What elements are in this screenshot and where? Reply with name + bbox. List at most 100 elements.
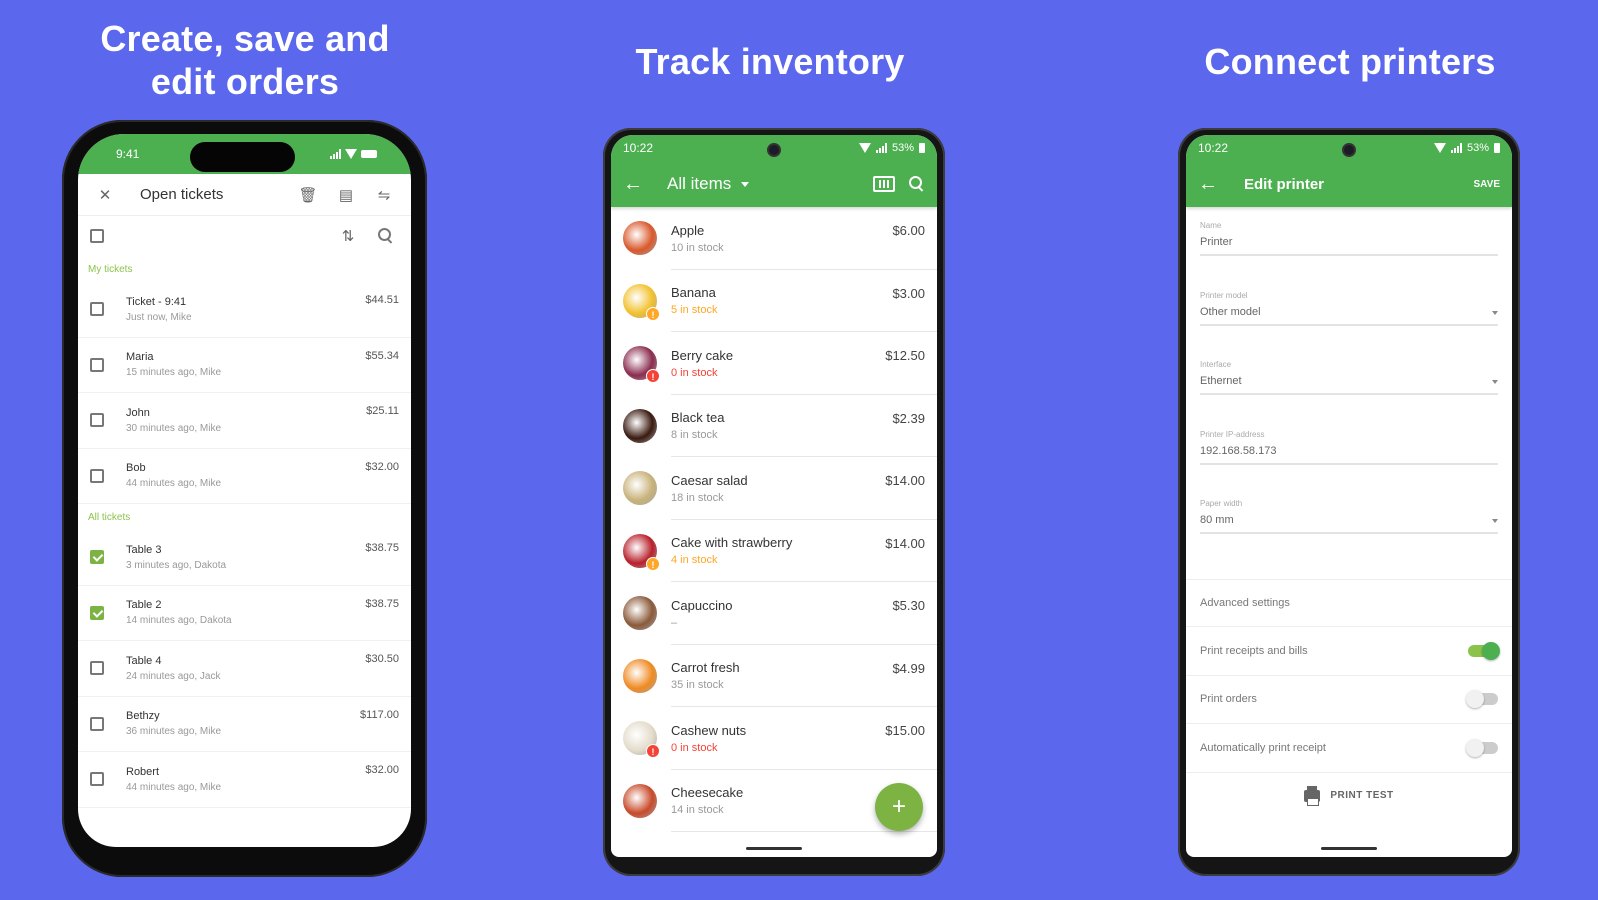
item-text: Banana 5 in stock: [671, 285, 892, 316]
toggle-switch[interactable]: [1466, 690, 1498, 709]
printer-icon: [1304, 785, 1321, 806]
ticket-row[interactable]: Robert 44 minutes ago, Mike $32.00: [78, 752, 411, 808]
form-field[interactable]: Interface Ethernet: [1186, 346, 1512, 416]
ticket-text: John 30 minutes ago, Mike: [126, 407, 366, 434]
field-input[interactable]: 192.168.58.173: [1200, 445, 1498, 465]
page-title: Edit printer: [1244, 175, 1325, 193]
camera-cutout: [1342, 143, 1356, 157]
ticket-row[interactable]: Table 3 3 minutes ago, Dakota $38.75: [78, 530, 411, 586]
search-icon[interactable]: [373, 223, 399, 249]
status-bar: 10:22 53%: [1186, 135, 1512, 161]
ticket-text: Robert 44 minutes ago, Mike: [126, 766, 365, 793]
form-field[interactable]: Paper width 80 mm: [1186, 485, 1512, 555]
status-time: 9:41: [116, 147, 140, 161]
form-field[interactable]: Printer IP-address 192.168.58.173: [1186, 416, 1512, 486]
ticket-checkbox[interactable]: [90, 413, 104, 428]
item-stock: 0 in stock: [671, 366, 718, 379]
form-field[interactable]: Name Printer: [1186, 207, 1512, 277]
ticket-checkbox[interactable]: [90, 302, 104, 317]
item-row[interactable]: Capuccino – $5.30: [611, 582, 937, 645]
select-all-checkbox[interactable]: [90, 229, 104, 243]
toggle-list: Print receipts and bills Print orders Auto…: [1186, 627, 1512, 773]
ticket-row[interactable]: Table 2 14 minutes ago, Dakota $38.75: [78, 586, 411, 641]
item-list: Apple 10 in stock $6.00! Banana 5 in stock $3…: [611, 207, 937, 832]
item-row[interactable]: ! Berry cake 0 in stock $12.50: [611, 332, 937, 395]
field-select[interactable]: Other model: [1200, 306, 1498, 326]
item-row[interactable]: Black tea 8 in stock $2.39: [611, 395, 937, 458]
dropdown-arrow-icon[interactable]: [1492, 310, 1498, 315]
ticket-row[interactable]: Bethzy 36 minutes ago, Mike $117.00: [78, 697, 411, 752]
toggle-row[interactable]: Automatically print receipt: [1186, 724, 1512, 773]
print-test-button[interactable]: PRINT TEST: [1186, 773, 1512, 819]
ticket-checkbox[interactable]: [90, 357, 104, 372]
item-name: Capuccino: [671, 597, 733, 613]
toggle-switch[interactable]: [1466, 738, 1498, 757]
item-row[interactable]: Caesar salad 18 in stock $14.00: [611, 457, 937, 520]
save-icon[interactable]: ▤: [333, 182, 359, 208]
item-stock: 18 in stock: [671, 491, 724, 504]
add-item-button[interactable]: +: [875, 783, 923, 831]
ticket-meta: 14 minutes ago, Dakota: [126, 615, 232, 627]
toggle-switch[interactable]: [1468, 641, 1500, 660]
battery-percent: 53%: [1466, 142, 1489, 154]
dropdown-arrow-icon[interactable]: [1492, 380, 1498, 384]
ticket-checkbox[interactable]: [90, 550, 104, 565]
item-row[interactable]: ! Cashew nuts 0 in stock $15.00: [611, 707, 937, 770]
item-row[interactable]: ! Cake with strawberry 4 in stock $14.00: [611, 520, 937, 583]
item-price: $4.99: [892, 660, 925, 676]
back-arrow-icon[interactable]: ←: [623, 173, 647, 196]
item-row[interactable]: Apple 10 in stock $6.00: [611, 207, 937, 270]
item-thumbnail: [623, 658, 657, 693]
ticket-checkbox[interactable]: [90, 716, 104, 731]
item-stock: 4 in stock: [671, 554, 718, 567]
ticket-amount: $32.00: [365, 764, 399, 776]
sort-icon[interactable]: ⇅: [335, 223, 361, 249]
headline-orders: Create, save and edit orders: [100, 18, 390, 102]
phone-inventory: 10:22 53% ← All items Apple 10 in stock $6…: [603, 128, 945, 876]
ticket-checkbox[interactable]: [90, 772, 104, 787]
ticket-name: Table 2: [126, 599, 162, 612]
toggle-row[interactable]: Print orders: [1186, 676, 1512, 724]
chevron-down-icon[interactable]: [741, 181, 750, 187]
item-row[interactable]: ! Banana 5 in stock $3.00: [611, 270, 937, 333]
save-button[interactable]: SAVE: [1474, 179, 1501, 190]
field-select[interactable]: Ethernet: [1200, 375, 1498, 395]
ticket-amount: $25.11: [366, 405, 399, 417]
wifi-icon: [858, 143, 871, 153]
delete-icon[interactable]: 🗑: [295, 182, 321, 208]
ticket-checkbox[interactable]: [90, 468, 104, 483]
item-text: Apple 10 in stock: [671, 223, 892, 254]
ticket-row[interactable]: Bob 44 minutes ago, Mike $32.00: [78, 449, 411, 504]
barcode-scan-icon[interactable]: [873, 176, 895, 192]
category-selector[interactable]: All items: [667, 174, 731, 194]
section-label: My tickets: [88, 264, 133, 275]
ticket-text: Table 3 3 minutes ago, Dakota: [126, 544, 365, 571]
advanced-settings-link[interactable]: Advanced settings: [1186, 578, 1512, 627]
close-icon[interactable]: ✕: [92, 182, 118, 208]
toggle-row[interactable]: Print receipts and bills: [1186, 627, 1512, 676]
ticket-name: Table 3: [126, 543, 162, 556]
form-field[interactable]: Printer model Other model: [1186, 277, 1512, 347]
ticket-row[interactable]: Table 4 24 minutes ago, Jack $30.50: [78, 641, 411, 697]
back-arrow-icon[interactable]: ←: [1198, 173, 1222, 196]
ticket-row[interactable]: Maria 15 minutes ago, Mike $55.34: [78, 338, 411, 393]
field-input[interactable]: Printer: [1200, 236, 1498, 256]
ticket-name: Ticket - 9:41: [126, 295, 187, 308]
item-thumbnail: [623, 596, 657, 631]
search-icon[interactable]: [909, 176, 925, 192]
item-row[interactable]: Carrot fresh 35 in stock $4.99: [611, 645, 937, 708]
ticket-row[interactable]: John 30 minutes ago, Mike $25.11: [78, 393, 411, 449]
ticket-text: Table 4 24 minutes ago, Jack: [126, 655, 365, 682]
ticket-meta: 44 minutes ago, Mike: [126, 781, 222, 793]
wifi-icon: [345, 149, 357, 159]
ticket-checkbox[interactable]: [90, 661, 104, 676]
toggle-label: Print receipts and bills: [1200, 644, 1308, 657]
ticket-checkbox[interactable]: [90, 605, 104, 620]
ticket-name: Bob: [126, 462, 146, 475]
item-price: $14.00: [885, 535, 925, 551]
dropdown-arrow-icon[interactable]: [1492, 519, 1498, 523]
assign-user-icon[interactable]: ⇋: [371, 182, 397, 208]
item-thumbnail: !: [623, 721, 660, 759]
field-select[interactable]: 80 mm: [1200, 514, 1498, 534]
ticket-row[interactable]: Ticket - 9:41 Just now, Mike $44.51: [78, 282, 411, 338]
